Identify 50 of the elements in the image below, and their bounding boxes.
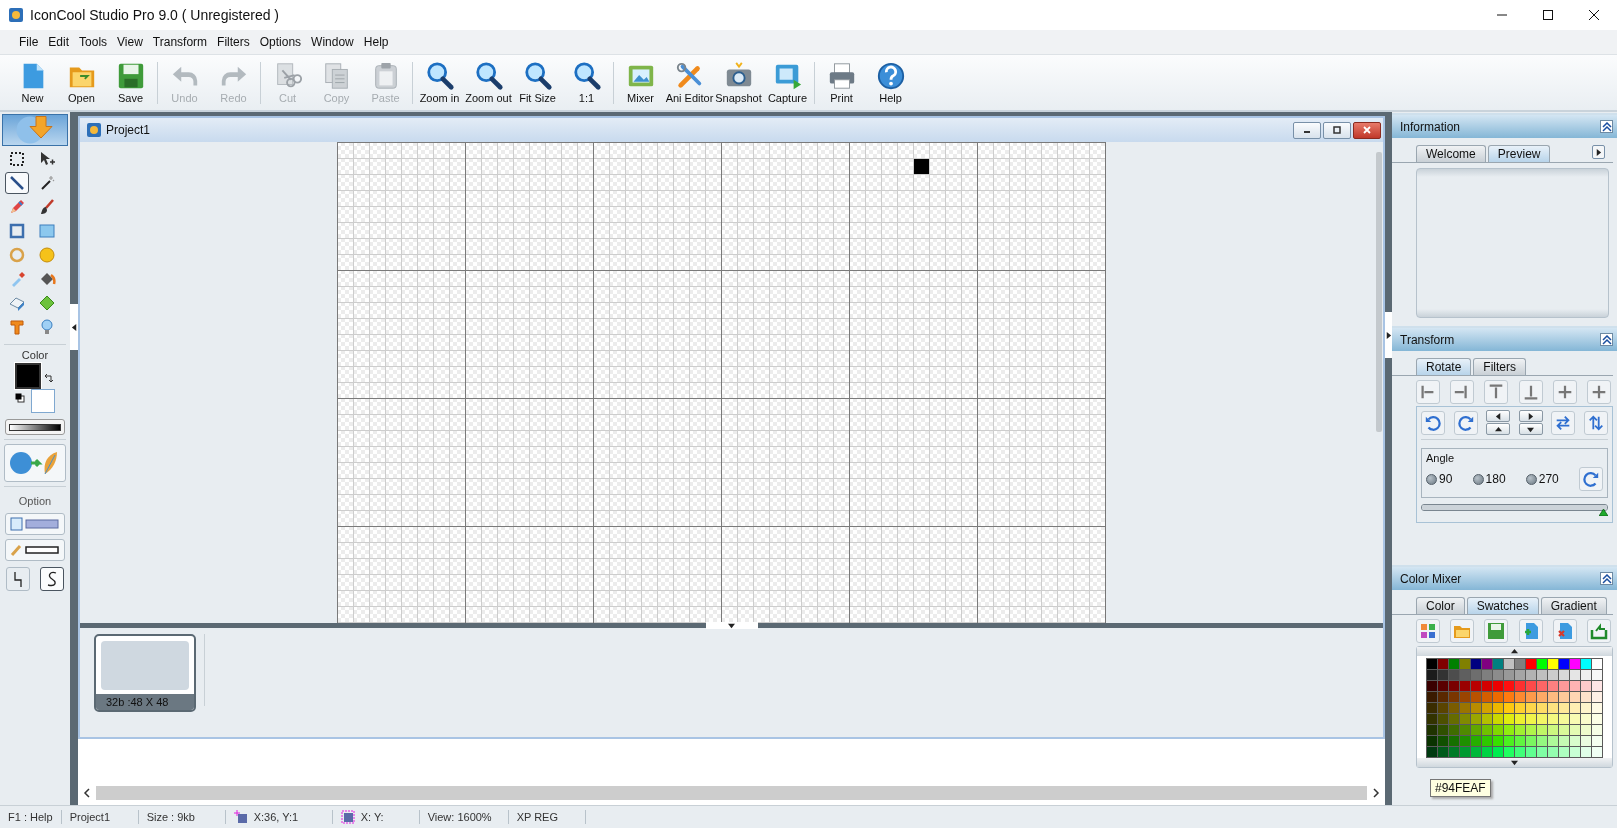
status-text: Size : 9kb xyxy=(146,811,195,823)
window-title: IconCool Studio Pro 9.0 ( Unregistered ) xyxy=(30,7,279,23)
status-text: X: Y: xyxy=(360,811,384,823)
menu-item[interactable]: File xyxy=(14,33,44,51)
panel-title: Color Mixer xyxy=(1400,571,1462,586)
angle-radio[interactable]: 180 xyxy=(1472,472,1506,486)
menu-item[interactable]: Filters xyxy=(212,33,255,51)
toolbar-button[interactable]: New xyxy=(8,57,57,108)
menu-item[interactable]: Edit xyxy=(43,33,75,51)
toolbar-button[interactable]: Help xyxy=(866,57,915,108)
color-label: Color xyxy=(21,349,49,361)
panel-title: Transform xyxy=(1400,332,1455,347)
menu-item[interactable]: Window xyxy=(306,33,359,51)
color-tooltip: #94FEAF xyxy=(1430,779,1491,797)
angle-radio[interactable]: 270 xyxy=(1525,472,1559,486)
menu-item[interactable]: Options xyxy=(254,33,307,51)
toolbar-button[interactable]: Save xyxy=(106,57,155,108)
status-text: X:36, Y:1 xyxy=(253,811,299,823)
panel-tab[interactable]: Color xyxy=(1416,597,1465,614)
toolbar-button[interactable]: Zoom out xyxy=(464,57,513,108)
toolbar-button[interactable]: Capture xyxy=(763,57,812,108)
document-title: Project1 xyxy=(106,123,151,137)
toolbar-button[interactable]: Print xyxy=(817,57,866,108)
panel-tab[interactable]: Swatches xyxy=(1466,597,1539,614)
toolbar-button[interactable]: 1:1 xyxy=(562,57,611,108)
toolbar-button[interactable]: Ani Editor xyxy=(665,57,714,108)
toolbar-button[interactable]: Snapshot xyxy=(714,57,763,108)
frame-label: 32b :48 X 48 xyxy=(96,694,194,710)
option-label: Option xyxy=(18,495,52,507)
frame-thumbnail[interactable]: 32b :48 X 48 xyxy=(94,634,196,712)
panel-tab[interactable]: Welcome xyxy=(1416,145,1486,162)
panel-tab[interactable]: Filters xyxy=(1473,358,1527,375)
toolbar-button[interactable]: Open xyxy=(57,57,106,108)
toolbar-button[interactable]: Zoom in xyxy=(415,57,464,108)
menu-item[interactable]: Transform xyxy=(147,33,213,51)
status-text: Project1 xyxy=(69,811,110,823)
status-text: F1 : Help xyxy=(8,811,53,823)
menu-item[interactable]: View xyxy=(112,33,148,51)
panel-tab[interactable]: Rotate xyxy=(1416,358,1472,375)
panel-tab[interactable]: Gradient xyxy=(1540,597,1607,614)
menu-item[interactable]: Tools xyxy=(74,33,113,51)
menu-item[interactable]: Help xyxy=(358,33,394,51)
panel-tab[interactable]: Preview xyxy=(1487,145,1551,162)
panel-title: Information xyxy=(1400,119,1461,134)
toolbar-button[interactable]: Fit Size xyxy=(513,57,562,108)
status-text: XP REG xyxy=(516,811,558,823)
toolbar-button[interactable]: Mixer xyxy=(616,57,665,108)
group-label: Angle xyxy=(1426,452,1455,464)
angle-radio[interactable]: 90 xyxy=(1426,472,1453,486)
status-text: View: 1600% xyxy=(427,811,492,823)
